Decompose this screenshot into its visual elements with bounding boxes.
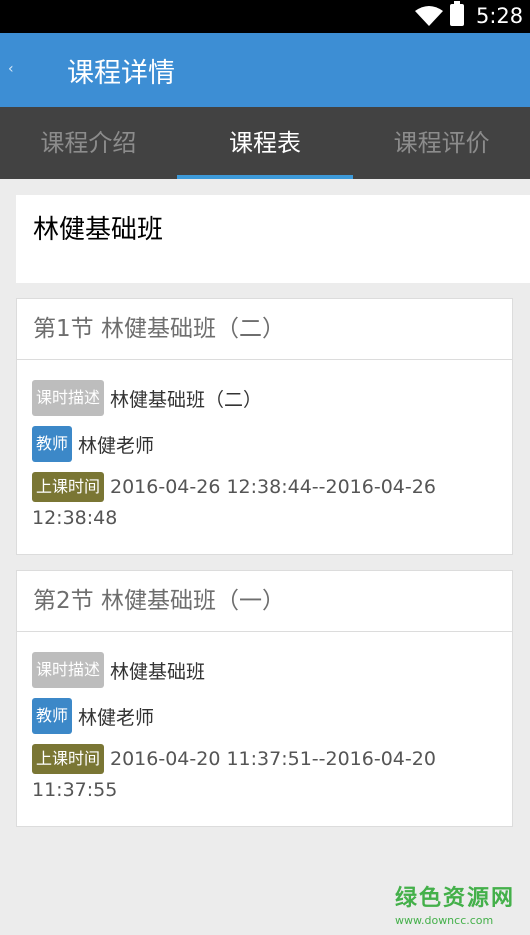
lesson-card[interactable]: 第1节 林健基础班（二） 课时描述 林健基础班（二） 教师 林健老师 上课时间 201… (16, 298, 513, 555)
desc-tag: 课时描述 (32, 652, 104, 688)
battery-icon (450, 1, 464, 26)
watermark: 绿色资源网 www.downcc.com (395, 880, 515, 927)
page-title: 课程详情 (67, 58, 175, 89)
lesson-time-end: 12:38:48 (32, 507, 118, 529)
lesson-time-start: 2016-04-20 11:37:51--2016-04-20 (110, 748, 436, 770)
app-bar: ‹ 课程详情 (0, 33, 530, 107)
teacher-tag: 教师 (32, 698, 72, 734)
tab-course-intro[interactable]: 课程介绍 (0, 107, 177, 179)
tab-course-review[interactable]: 课程评价 (353, 107, 530, 179)
watermark-title: 绿色资源网 (395, 886, 516, 911)
status-bar: 5:28 (0, 0, 530, 33)
lesson-description: 林健基础班（二） (110, 388, 263, 411)
back-icon[interactable]: ‹ (8, 61, 14, 77)
lesson-header: 第1节 林健基础班（二） (17, 299, 512, 360)
status-time: 5:28 (476, 4, 524, 28)
tab-schedule[interactable]: 课程表 (176, 107, 354, 179)
watermark-url: www.downcc.com (395, 914, 494, 927)
wifi-icon (415, 6, 443, 26)
tab-bar: 课程介绍 课程表 课程评价 (0, 107, 530, 179)
lesson-time-start: 2016-04-26 12:38:44--2016-04-26 (110, 476, 436, 498)
lesson-time-end: 11:37:55 (32, 779, 118, 801)
teacher-tag: 教师 (32, 426, 72, 462)
lesson-description: 林健基础班 (110, 660, 206, 683)
lesson-teacher: 林健老师 (78, 434, 155, 457)
course-card: 林健基础班 (16, 195, 530, 283)
lesson-card[interactable]: 第2节 林健基础班（一） 课时描述 林健基础班 教师 林健老师 上课时间 2016-0… (16, 570, 513, 827)
lesson-header: 第2节 林健基础班（一） (17, 571, 512, 632)
time-tag: 上课时间 (32, 472, 104, 502)
lesson-teacher: 林健老师 (78, 706, 155, 729)
course-name: 林健基础班 (33, 215, 164, 245)
desc-tag: 课时描述 (32, 380, 104, 416)
time-tag: 上课时间 (32, 744, 104, 774)
